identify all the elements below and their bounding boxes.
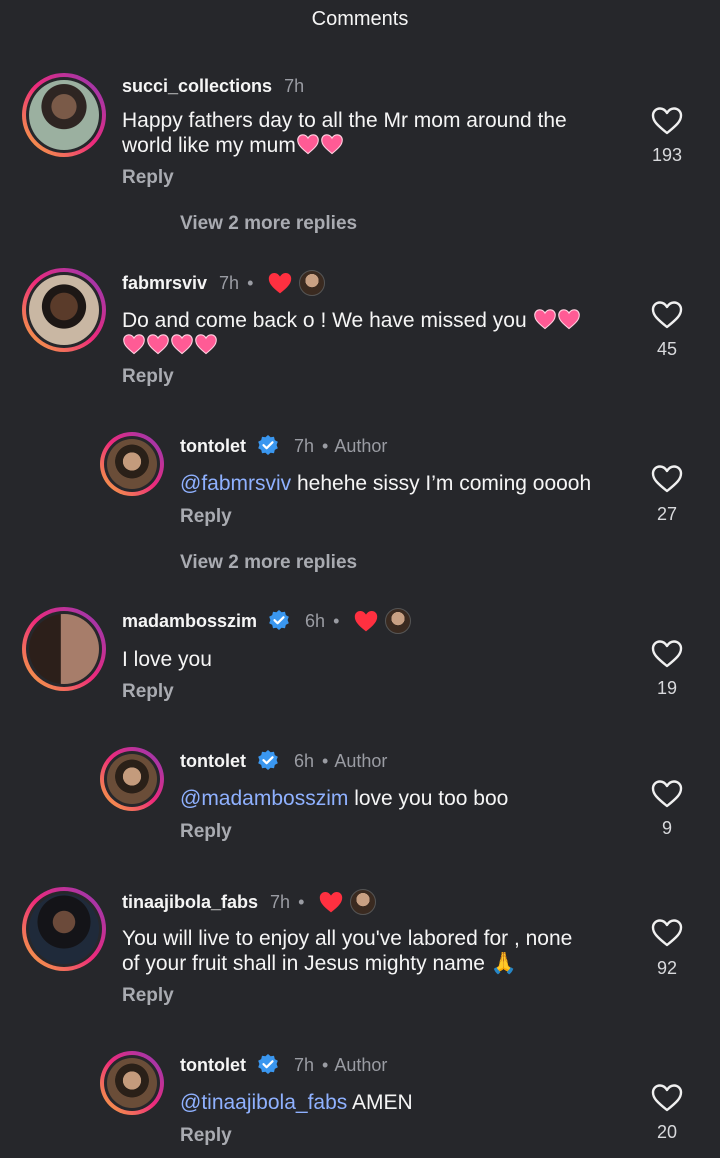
pink-heart-emoji-icon [122, 333, 146, 355]
liked-by-author-heart-icon [267, 271, 293, 295]
pink-heart-emoji-icon [146, 333, 170, 355]
comment-text-line: Do and come back o ! We have missed you [122, 309, 527, 332]
separator-dot: • [322, 435, 329, 456]
comment-text: I love you [122, 648, 212, 671]
comment-text-line: Happy fathers day to all the Mr mom arou… [122, 109, 567, 132]
like-count: 20 [656, 1122, 678, 1142]
view-more-replies-button[interactable]: View 2 more replies [180, 213, 357, 235]
mention-link[interactable]: @madambosszim [180, 787, 348, 810]
timestamp: 6h [305, 610, 326, 631]
comment-text: Happy fathers day to all the Mr mom arou… [122, 108, 567, 158]
author-label: Author [334, 1054, 388, 1075]
avatar[interactable] [22, 887, 106, 971]
liked-by-author [267, 270, 326, 296]
like-count: 45 [656, 339, 678, 359]
comment-text-body: hehehe sissy I’m coming ooooh [291, 472, 592, 495]
mention-link[interactable]: @fabmrsviv [180, 472, 291, 495]
pink-heart-emoji-icon [170, 333, 194, 355]
comment-text-line: You will live to enjoy all you've labore… [122, 927, 573, 950]
comment-text: @fabmrsviv hehehe sissy I’m coming ooooh [180, 471, 591, 496]
reply-button[interactable]: Reply [122, 366, 174, 388]
timestamp: 7h [293, 435, 315, 456]
heart-outline-icon[interactable] [651, 639, 683, 669]
timestamp: 7h [293, 1054, 315, 1075]
comment-text: Do and come back o ! We have missed you [122, 308, 581, 358]
pink-heart-emoji-icon [320, 133, 344, 155]
like-count: 27 [656, 504, 678, 524]
verified-badge-icon [267, 609, 291, 633]
reply-button[interactable]: Reply [122, 681, 174, 703]
timestamp: 7h [284, 76, 305, 96]
comment-text: You will live to enjoy all you've labore… [122, 926, 572, 976]
like-count: 92 [656, 958, 678, 978]
timestamp: 7h [270, 891, 291, 912]
comment-text-body: love you too boo [348, 787, 509, 810]
reply-button[interactable]: Reply [180, 1125, 232, 1147]
pink-heart-emoji-icon [533, 308, 557, 330]
timestamp: 7h [219, 272, 240, 293]
reply-button[interactable]: Reply [180, 821, 232, 843]
reply-button[interactable]: Reply [122, 167, 174, 189]
separator-dot: • [247, 272, 254, 293]
liked-by-author-heart-icon [353, 609, 379, 633]
reply-button[interactable]: Reply [122, 985, 174, 1007]
heart-outline-icon[interactable] [651, 106, 683, 136]
avatar[interactable] [100, 747, 164, 811]
comment-text-body: AMEN [347, 1091, 413, 1114]
comment-text-line: of your fruit shall in Jesus mighty name… [122, 952, 517, 975]
avatar[interactable] [100, 432, 164, 496]
liked-by-author [318, 889, 377, 915]
heart-outline-icon[interactable] [651, 1083, 683, 1113]
username[interactable]: tinaajibola_fabs [122, 892, 258, 913]
separator-dot: • [322, 750, 329, 771]
like-count: 19 [656, 678, 678, 698]
comment-text: @tinaajibola_fabs AMEN [180, 1090, 413, 1115]
author-label: Author [334, 435, 388, 456]
avatar[interactable] [22, 268, 106, 352]
comment-text-line: world like my mum [122, 134, 296, 157]
like-count: 9 [661, 818, 672, 838]
liked-by-author-heart-icon [318, 890, 344, 914]
pink-heart-emoji-icon [194, 333, 218, 355]
avatar[interactable] [22, 607, 106, 691]
comments-header-title: Comments [311, 8, 409, 30]
separator-dot: • [322, 1054, 329, 1075]
username[interactable]: tontolet [180, 1055, 246, 1076]
heart-outline-icon[interactable] [651, 300, 683, 330]
username[interactable]: tontolet [180, 436, 246, 457]
username[interactable]: fabmrsviv [122, 273, 207, 294]
heart-outline-icon[interactable] [651, 779, 683, 809]
verified-badge-icon [256, 434, 280, 458]
separator-dot: • [298, 891, 305, 912]
heart-outline-icon[interactable] [651, 464, 683, 494]
avatar[interactable] [100, 1051, 164, 1115]
timestamp: 6h [293, 750, 315, 771]
reply-button[interactable]: Reply [180, 506, 232, 528]
mention-link[interactable]: @tinaajibola_fabs [180, 1091, 347, 1114]
username[interactable]: madambosszim [122, 611, 257, 632]
verified-badge-icon [256, 1053, 280, 1077]
pink-heart-emoji-icon [296, 133, 320, 155]
pink-heart-emoji-icon [557, 308, 581, 330]
like-count: 193 [651, 145, 683, 165]
author-label: Author [334, 750, 388, 771]
comment-text: @madambosszim love you too boo [180, 786, 508, 811]
separator-dot: • [333, 610, 340, 631]
author-mini-avatar [385, 608, 412, 634]
username[interactable]: tontolet [180, 751, 246, 772]
author-mini-avatar [299, 270, 326, 296]
liked-by-author [353, 608, 412, 634]
author-mini-avatar [350, 889, 377, 915]
verified-badge-icon [256, 749, 280, 773]
view-more-replies-button[interactable]: View 2 more replies [180, 552, 357, 574]
heart-outline-icon[interactable] [651, 918, 683, 948]
username[interactable]: succi_collections [122, 76, 272, 97]
avatar[interactable] [22, 73, 106, 157]
